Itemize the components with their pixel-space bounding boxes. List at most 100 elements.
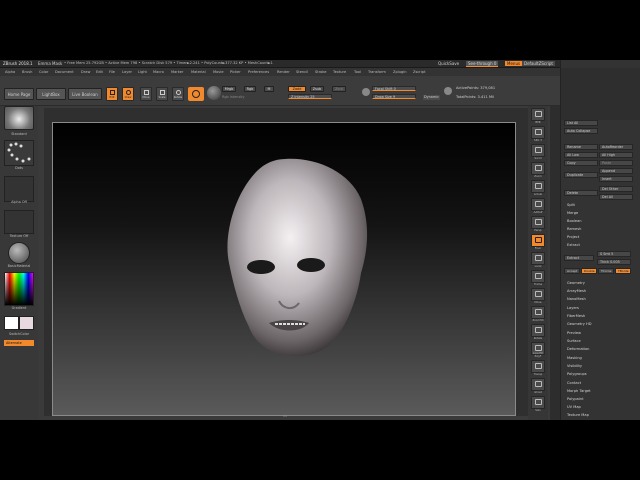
move-view-button[interactable]: Move bbox=[531, 288, 545, 304]
copy-button[interactable]: Copy bbox=[564, 160, 598, 166]
menu-layer[interactable]: Layer bbox=[122, 70, 132, 74]
menu-light[interactable]: Light bbox=[138, 70, 147, 74]
see-through-slider[interactable]: See-through 0 bbox=[466, 61, 499, 67]
menu-stroke[interactable]: Stroke bbox=[315, 70, 326, 74]
move-mode-button[interactable]: Move bbox=[140, 87, 152, 101]
double-button[interactable]: Double bbox=[581, 268, 597, 274]
focal-shift-slider[interactable]: Focal Shift 0 bbox=[372, 86, 416, 91]
surface-section[interactable]: Surface bbox=[567, 339, 581, 344]
remesh-item[interactable]: Remesh bbox=[567, 227, 581, 232]
geometry-section[interactable]: Geometry bbox=[567, 281, 585, 286]
alternate-button[interactable]: Alternate bbox=[4, 340, 34, 346]
polypaint-section[interactable]: Polypaint bbox=[567, 397, 584, 402]
extract-button[interactable]: Extract bbox=[564, 255, 594, 261]
subtool-list[interactable] bbox=[561, 68, 640, 120]
default-zscript-button[interactable]: DefaultZScript bbox=[522, 61, 555, 66]
autoreorder-button[interactable]: AutoReorder bbox=[599, 144, 633, 150]
sculptris-pro-button[interactable] bbox=[188, 87, 204, 101]
contact-section[interactable]: Contact bbox=[567, 381, 581, 386]
tcorne-button[interactable]: TCorne bbox=[598, 268, 614, 274]
z-intensity-slider[interactable]: Z Intensity 25 bbox=[288, 94, 332, 99]
aahalf-button[interactable]: AAHalf bbox=[531, 198, 545, 214]
rename-button[interactable]: Rename bbox=[564, 144, 598, 150]
rotate-mode-button[interactable]: Rotate bbox=[172, 87, 184, 101]
edit-mode-button[interactable]: Edit bbox=[106, 87, 118, 101]
texture-map-section[interactable]: Texture Map bbox=[567, 413, 589, 418]
persp-button[interactable]: Persp bbox=[531, 216, 545, 232]
home-page-button[interactable]: Home Page bbox=[4, 88, 34, 100]
thick-slider[interactable]: Thick 0.005 bbox=[597, 259, 631, 265]
geometry-hd-section[interactable]: Geometry HD bbox=[567, 322, 592, 327]
material-sphere-icon[interactable] bbox=[207, 86, 221, 100]
menu-edit[interactable]: Edit bbox=[96, 70, 103, 74]
m-button[interactable]: M bbox=[264, 86, 274, 92]
menu-movie[interactable]: Movie bbox=[213, 70, 224, 74]
quicksave-button[interactable]: QuickSave bbox=[438, 61, 459, 66]
zsub-button[interactable]: Zsub bbox=[310, 86, 324, 92]
duplicate-button[interactable]: Duplicate bbox=[564, 172, 598, 178]
masking-section[interactable]: Masking bbox=[567, 356, 582, 361]
menu-picker[interactable]: Picker bbox=[230, 70, 241, 74]
live-boolean-button[interactable]: Live Boolean bbox=[68, 88, 102, 100]
polygroups-section[interactable]: Polygroups bbox=[567, 372, 587, 377]
solo-button[interactable]: Solo bbox=[531, 396, 545, 412]
boolean-item[interactable]: Boolean bbox=[567, 219, 582, 224]
menu-alpha[interactable]: Alpha bbox=[5, 70, 15, 74]
menu-zscript[interactable]: Zscript bbox=[413, 70, 425, 74]
accept-button[interactable]: Accept bbox=[564, 268, 580, 274]
project-item[interactable]: Project bbox=[567, 235, 579, 240]
material-thumbnail[interactable] bbox=[8, 242, 30, 264]
ghost-button[interactable]: Ghost bbox=[531, 378, 545, 394]
document-canvas[interactable]: 15 bbox=[52, 122, 517, 418]
alpha-thumbnail[interactable] bbox=[4, 176, 34, 202]
draw-mode-button[interactable]: Draw bbox=[122, 87, 134, 101]
transp-button[interactable]: Transp bbox=[531, 360, 545, 376]
floor-button[interactable]: Floor bbox=[531, 234, 545, 250]
menu-document[interactable]: Document bbox=[55, 70, 74, 74]
menu-brush[interactable]: Brush bbox=[22, 70, 32, 74]
color-picker[interactable] bbox=[4, 272, 34, 306]
morph-target-section[interactable]: Morph Target bbox=[567, 389, 591, 394]
menu-zplugin[interactable]: Zplugin bbox=[393, 70, 407, 74]
polyf-button[interactable]: Line Fill PolyF bbox=[531, 342, 545, 358]
spix-button[interactable]: SPix 3 bbox=[531, 126, 545, 142]
bpr-button[interactable]: BPR bbox=[531, 108, 545, 124]
tborder-button[interactable]: TBorde bbox=[615, 268, 631, 274]
auto-collapse-button[interactable]: Auto Collapse bbox=[564, 128, 598, 134]
smooth-slider[interactable]: S Smt 5 bbox=[597, 251, 631, 257]
list-all-button[interactable]: List All bbox=[564, 120, 598, 126]
menu-preferences[interactable]: Preferences bbox=[248, 70, 269, 74]
zcut-button[interactable]: Zcut bbox=[332, 86, 346, 92]
menu-render[interactable]: Render bbox=[277, 70, 290, 74]
rgb-intensity-slider[interactable]: Rgb Intensity bbox=[222, 95, 245, 100]
mask-model[interactable] bbox=[53, 123, 517, 417]
uv-map-section[interactable]: UV Map bbox=[567, 405, 581, 410]
local-button[interactable]: Local bbox=[531, 252, 545, 268]
texture-thumbnail[interactable] bbox=[4, 210, 34, 234]
append-button[interactable]: Append bbox=[599, 168, 633, 174]
menu-transform[interactable]: Transform bbox=[368, 70, 386, 74]
layers-section[interactable]: Layers bbox=[567, 306, 579, 311]
del-all-button[interactable]: Del All bbox=[599, 194, 633, 200]
menu-macro[interactable]: Macro bbox=[153, 70, 164, 74]
tray-scrollbar[interactable] bbox=[550, 106, 560, 420]
mrgb-button[interactable]: Mrgb bbox=[222, 86, 236, 92]
actual-button[interactable]: Actual bbox=[531, 180, 545, 196]
menu-tool[interactable]: Tool bbox=[354, 70, 361, 74]
preview-section[interactable]: Preview bbox=[567, 331, 581, 336]
main-color-swatch[interactable] bbox=[4, 316, 19, 330]
paste-button[interactable]: Paste bbox=[599, 160, 633, 166]
menu-texture[interactable]: Texture bbox=[333, 70, 346, 74]
deformation-section[interactable]: Deformation bbox=[567, 347, 589, 352]
menu-stencil[interactable]: Stencil bbox=[296, 70, 308, 74]
scale-mode-button[interactable]: Scale bbox=[156, 87, 168, 101]
dynamic-button[interactable]: Dynamic bbox=[423, 95, 440, 100]
zadd-button[interactable]: Zadd bbox=[288, 86, 306, 92]
extract-item[interactable]: Extract bbox=[567, 243, 580, 248]
lightbox-button[interactable]: LightBox bbox=[36, 88, 66, 100]
rotate-view-button[interactable]: Rotate bbox=[531, 324, 545, 340]
all-low-button[interactable]: All Low bbox=[564, 152, 598, 158]
scroll-button[interactable]: Scroll bbox=[531, 144, 545, 160]
frame-button[interactable]: Frame bbox=[531, 270, 545, 286]
delete-button[interactable]: Delete bbox=[564, 190, 598, 196]
